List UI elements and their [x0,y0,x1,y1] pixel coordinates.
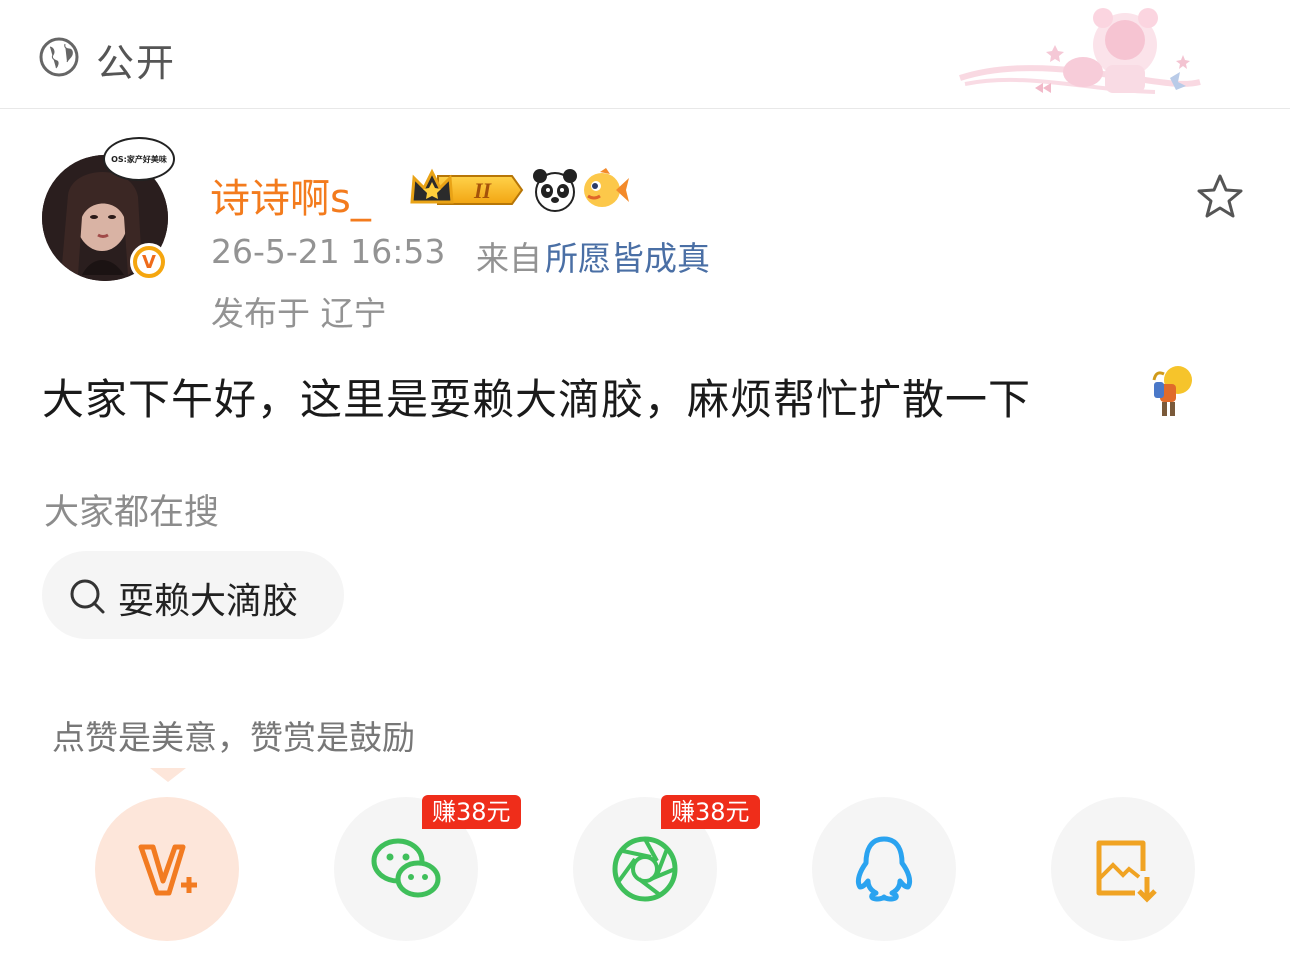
search-icon [70,579,105,614]
wechat-icon [371,838,441,898]
reward-tip: 点赞是美意，赞赏是鼓励 [52,718,415,757]
username[interactable]: 诗诗啊s_ [210,166,371,224]
reward-button[interactable] [95,797,239,941]
share-qq-button[interactable] [812,797,956,941]
post-text: 大家下午好，这里是耍赖大滴胶，麻烦帮忙扩散一下 [42,375,1032,424]
visibility-bar: 公开 [0,0,1290,109]
moments-earn-badge: 赚38元 [661,795,760,829]
moments-aperture-icon [612,836,678,902]
crown-level-text: II [473,178,493,203]
qq-penguin-icon [855,836,913,902]
trending-label: 大家都在搜 [44,493,220,533]
fish-icon[interactable] [582,166,630,212]
source-link[interactable]: 所愿皆成真 [545,232,710,280]
wechat-earn-badge: 赚38元 [422,795,521,829]
favorite-star-icon[interactable] [1195,172,1245,222]
verified-badge-letter: V [137,250,161,274]
trending-search-chip[interactable]: 耍赖大滴胶 [42,551,344,639]
panda-icon[interactable] [532,167,578,213]
trending-query: 耍赖大滴胶 [118,581,299,622]
v-plus-icon [138,844,197,896]
reward-tip-pointer [150,768,186,782]
source-prefix: 来自 [476,239,542,278]
post-time: 26-5-21 16:53 [211,232,446,271]
avatar-speech-bubble: OS:家产好美味 [103,137,175,181]
decorative-character-illustration [959,8,1201,94]
verified-badge: V [130,243,168,281]
crown-level-badge[interactable]: II [408,168,526,212]
save-image-icon [1096,840,1157,903]
globe-icon [39,37,79,77]
post-location: 发布于 辽宁 [211,294,387,333]
doge-emoji-icon [1152,366,1192,416]
visibility-label: 公开 [96,41,177,85]
save-image-button[interactable] [1051,797,1195,941]
